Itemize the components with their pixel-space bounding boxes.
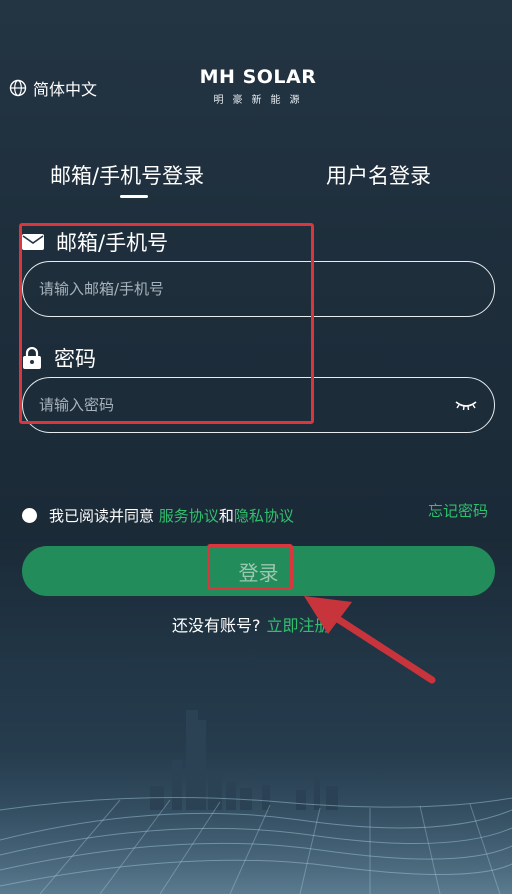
brand-logo: MH SOLAR 明豪新能源 (197, 66, 319, 106)
logo-wordmark: MH SOLAR (197, 66, 319, 88)
eye-closed-icon[interactable] (454, 398, 478, 412)
agreement-row: 我已阅读并同意 服务协议和隐私协议 (22, 505, 294, 526)
logo-subtitle: 明豪新能源 (213, 95, 309, 106)
privacy-agreement-link[interactable]: 隐私协议 (234, 507, 294, 525)
agreement-and: 和 (218, 507, 234, 525)
annotation-highlight-fields (19, 223, 314, 424)
globe-icon (9, 79, 27, 97)
language-label: 简体中文 (33, 80, 98, 99)
agreement-prefix: 我已阅读并同意 (49, 507, 155, 525)
agreement-radio[interactable] (22, 508, 37, 523)
tab-email-phone-login[interactable]: 邮箱/手机号登录 (50, 160, 204, 190)
annotation-highlight-login (207, 544, 293, 590)
service-agreement-link[interactable]: 服务协议 (159, 507, 219, 525)
logo-text: MH SOLAR (199, 66, 317, 88)
register-prompt: 还没有账号? (172, 616, 261, 635)
forgot-password-link[interactable]: 忘记密码 (428, 500, 488, 521)
tab-username-login[interactable]: 用户名登录 (326, 160, 431, 190)
language-selector[interactable]: 简体中文 (9, 76, 97, 100)
active-tab-indicator (120, 195, 148, 198)
city-skyline-background (0, 710, 512, 894)
annotation-arrow-icon (304, 596, 436, 684)
